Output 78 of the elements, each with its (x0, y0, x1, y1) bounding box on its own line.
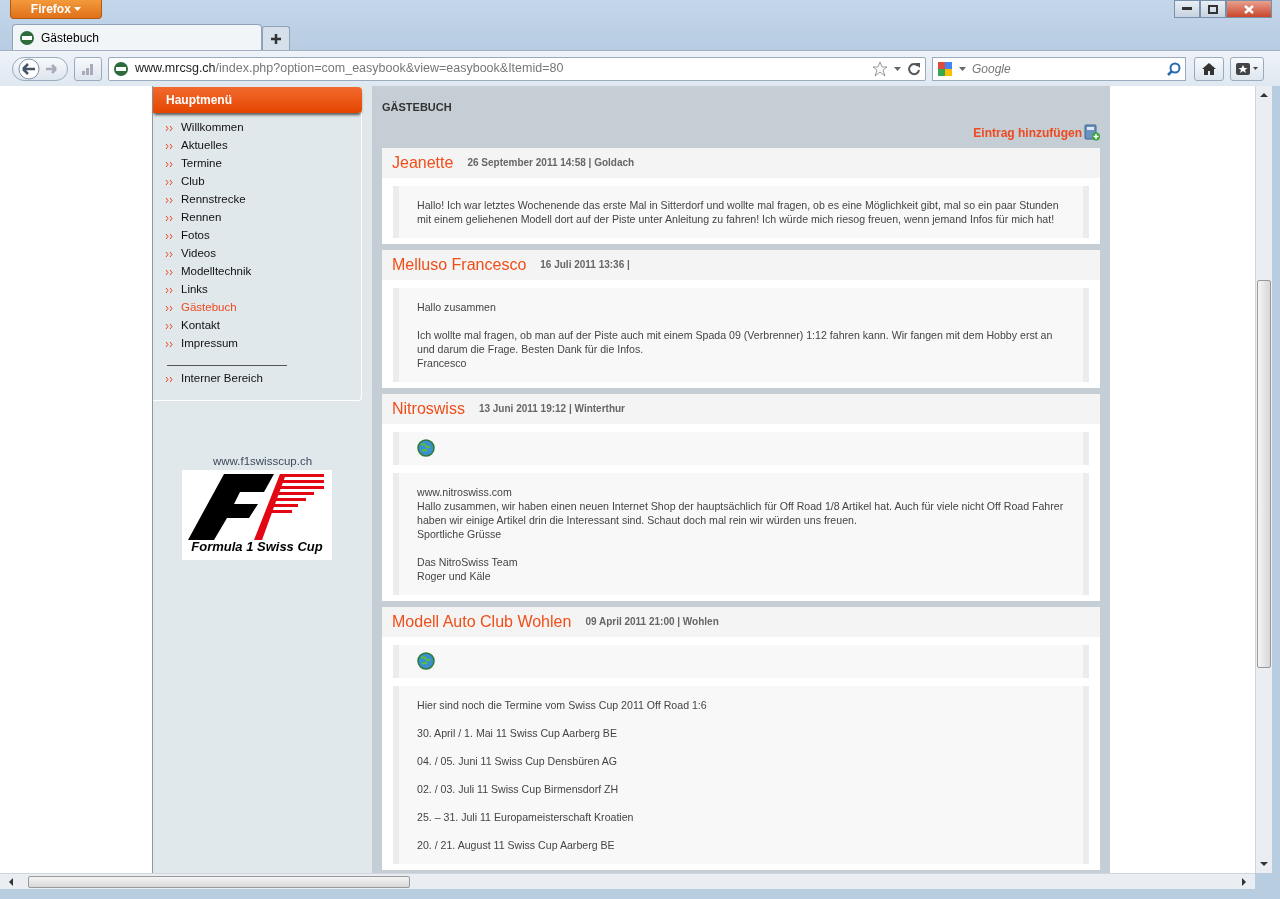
author-name: Nitroswiss (392, 398, 465, 419)
message-text: Das NitroSwiss Team Roger und Käle (417, 554, 519, 583)
globe-icon[interactable] (417, 438, 435, 457)
minimize-icon[interactable] (1174, 0, 1200, 18)
browser-tab[interactable]: Gästebuch (12, 24, 262, 50)
home-icon[interactable] (1194, 56, 1224, 81)
chevron-icon (165, 160, 174, 168)
scroll-right-icon[interactable] (1239, 875, 1249, 889)
dropdown-caret-icon[interactable] (894, 66, 901, 71)
menu-item[interactable]: Club (165, 173, 361, 191)
page-heading: GÄSTEBUCH (382, 100, 453, 115)
chevron-icon (165, 340, 174, 348)
menu-item[interactable]: Kontakt (165, 317, 361, 335)
horizontal-scrollbar[interactable] (0, 873, 1255, 889)
author-name: Melluso Francesco (392, 254, 527, 275)
menu-item[interactable]: Willkommen (165, 119, 361, 137)
entry-meta: 16 Juli 2011 13:36 | (540, 258, 630, 272)
menu-item[interactable]: Rennen (165, 209, 361, 227)
chevron-icon (165, 375, 174, 383)
chevron-icon (165, 286, 174, 294)
message-text: Ich wollte mal fragen, ob man auf der Piste auch mit einem Spada 09 (Verbrenner) 1:12 fahren kann. Wir fangen mit dem Hobby erst an und darum die Frage. Besten Dank für die Infos. Francesco (417, 327, 1054, 370)
site-favicon-icon (113, 60, 129, 77)
message-text: Hier sind noch die Termine vom Swiss Cup 2011 Off Road 1:6 (417, 697, 708, 712)
message-text: 04. / 05. Juni 11 Swiss Cup Densbüren AG (417, 753, 619, 768)
search-field[interactable]: Google (970, 58, 1163, 79)
menu-item[interactable]: Impressum (165, 335, 361, 353)
menu-item[interactable]: Videos (165, 245, 361, 263)
back-forward-control[interactable] (12, 56, 68, 81)
bookmarks-icon[interactable] (1230, 56, 1264, 81)
chevron-icon (165, 304, 174, 312)
menu-item[interactable]: Modelltechnik (165, 263, 361, 281)
message-text: www.nitroswiss.com Hallo zusammen, wir haben einen neuen Internet Shop der hauptsächlich für Off Road 1/8 Artikel hat. Auch für viele nicht Off Road Fahrer haben wir einige Artikel drin die Interessant sind. Schaut doch mal rein wir würden uns freuen. Sportliche Grüsse (417, 484, 1065, 541)
menu-header: Hauptmenü (153, 87, 362, 113)
search-box[interactable]: Google (932, 56, 1186, 81)
search-icon[interactable] (1167, 61, 1181, 76)
url-text: www.mrcsg.ch/index.php?option=com_easybook&view=easybook&Itemid=80 (135, 60, 564, 78)
chevron-icon (165, 178, 174, 186)
site-favicon-icon (19, 29, 35, 46)
chevron-icon (165, 196, 174, 204)
reload-icon[interactable] (907, 61, 921, 76)
new-tab-icon[interactable] (262, 26, 290, 50)
maximize-icon[interactable] (1200, 0, 1226, 18)
chevron-icon (165, 142, 174, 150)
entry-meta: 13 Juni 2011 19:12 | Winterthur (478, 402, 625, 416)
dropdown-caret-icon[interactable] (959, 66, 966, 71)
menu-item[interactable]: Fotos (165, 227, 361, 245)
message-text: Hallo! Ich war letztes Wochenende das erste Mal in Sitterdorf und wollte mal fragen, ob es eine Möglichkeit gibt, mal so ein paar Stunden mit einem geliehenen Modell dort auf der Piste unter Anleitung zu fahren! Ich würde mich riesog freuen, wenn jemand Infos für mich hat! (417, 197, 1060, 226)
dropdown-caret-icon (74, 7, 82, 12)
star-icon[interactable] (872, 60, 888, 77)
menu-item[interactable]: Aktuelles (165, 137, 361, 155)
author-name: Jeanette (392, 152, 454, 173)
message-text: Hallo zusammen (417, 299, 497, 314)
message-text: 20. / 21. August 11 Swiss Cup Aarberg BE (417, 837, 616, 852)
message-text: 25. – 31. Juli 11 Europameisterschaft Kroatien (417, 809, 635, 824)
menu-item[interactable]: Rennstrecke (165, 191, 361, 209)
search-engine-icon[interactable] (937, 60, 955, 77)
message-text: 02. / 03. Juli 11 Swiss Cup Birmensdorf ZH (417, 781, 620, 796)
chevron-icon (165, 268, 174, 276)
chevron-icon (165, 250, 174, 258)
chevron-icon (165, 214, 174, 222)
banner-caption: www.f1swisscup.ch (211, 454, 314, 469)
vertical-scrollbar[interactable] (1255, 86, 1272, 873)
chevron-icon (165, 232, 174, 240)
chevron-icon (165, 322, 174, 330)
chevron-icon (165, 124, 174, 132)
menu-item[interactable]: Interner Bereich (165, 370, 361, 388)
globe-icon[interactable] (417, 651, 435, 670)
entry-meta: 09 April 2011 21:00 | Wohlen (585, 615, 719, 629)
formula-logo[interactable]: Formula 1 Swiss Cup (182, 470, 332, 561)
close-icon[interactable] (1226, 0, 1272, 18)
message-text: 30. April / 1. Mai 11 Swiss Cup Aarberg BE (417, 725, 618, 740)
author-name: Modell Auto Club Wohlen (392, 611, 572, 632)
entry-meta: 26 September 2011 14:58 | Goldach (467, 156, 635, 170)
logo-text: Formula 1 Swiss Cup (191, 540, 323, 555)
book-add-icon[interactable] (1084, 124, 1100, 141)
menu-item[interactable]: Links (165, 281, 361, 299)
address-bar[interactable]: www.mrcsg.ch/index.php?option=com_easybook&view=easybook&Itemid=80 (108, 56, 926, 81)
menu-item[interactable]: Termine (165, 155, 361, 173)
